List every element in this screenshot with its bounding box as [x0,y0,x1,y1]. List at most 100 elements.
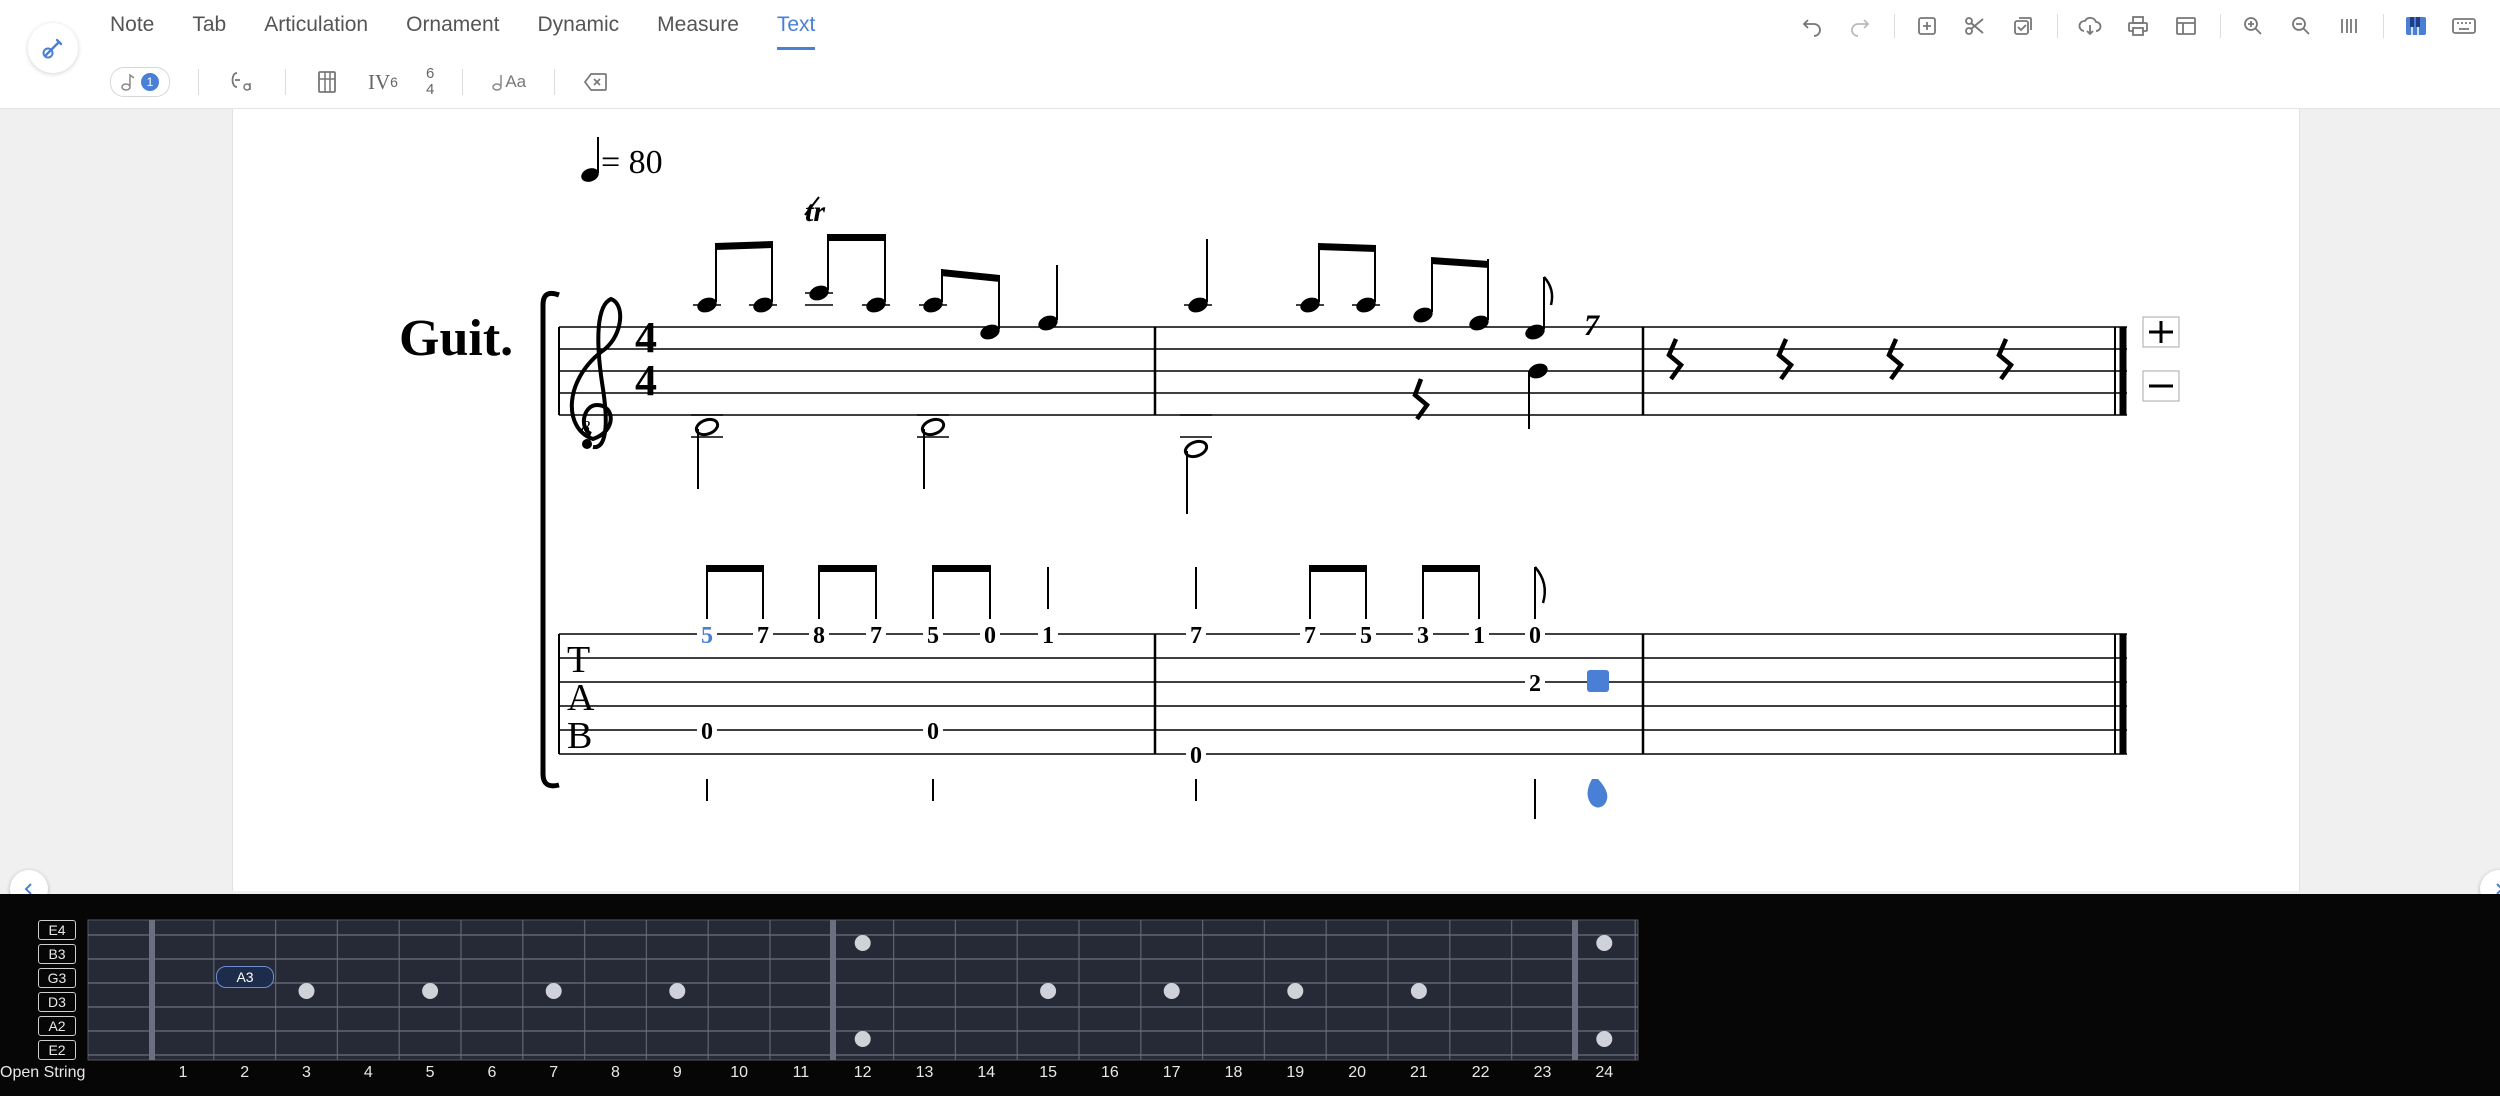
fret-number: 20 [1348,1064,1366,1081]
tab-number[interactable]: 8 [813,623,825,649]
separator [462,69,464,95]
tab-number[interactable]: 1 [1042,623,1054,649]
fret-number: 21 [1409,1064,1428,1081]
zoom-out-icon[interactable] [2285,10,2317,42]
tab-number-selected[interactable]: 5 [701,623,713,649]
lower-voice[interactable] [691,338,2015,514]
tab-number[interactable]: 0 [927,719,939,745]
string-label-a2: A2 [38,1016,76,1036]
tempo-marking[interactable]: = 80 [579,137,663,184]
fret-number: 10 [730,1064,748,1081]
fret-number: 17 [1162,1064,1181,1081]
chord-symbol-icon[interactable] [227,66,257,98]
layout-icon[interactable] [2170,10,2202,42]
open-string-label: Open String [0,1064,86,1081]
tab-number[interactable]: 7 [870,623,882,649]
cut-icon[interactable] [1959,10,1991,42]
fret-number: 24 [1595,1064,1614,1081]
lyric-tool-text: Aa [505,72,527,91]
menu-ornament[interactable]: Ornament [406,0,499,50]
remove-measure-button[interactable] [2142,370,2180,402]
twentyfourth-fret-marker [1572,920,1578,1060]
eighth-rest: 7 [1584,309,1600,342]
menu-text[interactable]: Text [776,0,816,50]
input-cursor[interactable] [1587,670,1609,692]
add-measure-button[interactable] [2142,316,2180,348]
treble-clef-icon [569,296,623,450]
tab-staff [558,633,2127,755]
system-bracket [540,290,560,789]
score-page[interactable]: = 80 Guit. 8 4 4 7 tr T A B 5 7 8 7 5 0 … [232,109,2300,891]
lyric-tool[interactable]: Aa [491,66,526,98]
guitar-logo-icon[interactable] [28,23,78,73]
separator [2383,14,2384,38]
figured-bass-bottom: 4 [425,81,435,98]
fret-number: 12 [853,1064,872,1081]
tab-number[interactable]: 0 [1190,743,1202,769]
cursor-handle-icon[interactable] [1587,779,1608,808]
voice-selector[interactable]: 1 [110,67,170,97]
tab-number[interactable]: 7 [1304,623,1316,649]
tab-number[interactable]: 7 [757,623,769,649]
menu-tab[interactable]: Tab [192,0,226,50]
tab-number[interactable]: 7 [1190,623,1202,649]
tab-number[interactable]: 0 [984,623,996,649]
fret-number: 16 [1100,1064,1119,1081]
tab-rhythm [706,567,1536,819]
piano-mode-icon[interactable] [2400,10,2432,42]
tab-number[interactable]: 0 [701,719,713,745]
tab-number[interactable]: 2 [1529,671,1541,697]
tab-letter-t: T [567,639,590,681]
clef-octave: 8 [581,417,590,437]
tab-number[interactable]: 0 [1529,623,1541,649]
chord-diagram-icon[interactable] [314,66,340,98]
separator [554,69,556,95]
copy-icon[interactable] [2007,10,2039,42]
tab-number[interactable]: 5 [1360,623,1372,649]
zoom-in-icon[interactable] [2237,10,2269,42]
fret-number: 2 [240,1064,250,1081]
figured-bass-tool[interactable]: 6 4 [426,66,434,98]
redo-icon[interactable] [1844,10,1876,42]
instrument-name: Guit. [399,310,513,367]
upper-voice[interactable]: 7 tr [693,195,1600,342]
fret-number: 4 [363,1064,373,1081]
roman-numeral-tool[interactable]: IV 6 [368,66,398,98]
fret-number: 22 [1471,1064,1490,1081]
fret-number: 14 [977,1064,996,1081]
string-label-g3: G3 [38,968,76,988]
separator [2220,14,2221,38]
fret-number: 23 [1533,1064,1552,1081]
add-measure-icon[interactable] [1911,10,1943,42]
menu-articulation[interactable]: Articulation [264,0,368,50]
menu-note[interactable]: Note [110,0,154,50]
nut [149,920,155,1060]
tab-number[interactable]: 1 [1473,623,1485,649]
time-signature-top: 4 [635,313,657,362]
bars-icon[interactable] [2333,10,2365,42]
top-toolbar: Note Tab Articulation Ornament Dynamic M… [0,0,2500,109]
tab-letter-a: A [567,677,595,719]
download-icon[interactable] [2074,10,2106,42]
tab-numbers[interactable]: 5 7 8 7 5 0 1 7 7 5 3 1 0 2 0 0 0 [697,621,1545,769]
delete-text-icon[interactable] [583,66,609,98]
fret-number: 15 [1039,1064,1057,1081]
undo-icon[interactable] [1796,10,1828,42]
menu-dynamic[interactable]: Dynamic [537,0,619,50]
twelfth-fret-marker [830,920,836,1060]
print-icon[interactable] [2122,10,2154,42]
separator [2057,14,2058,38]
separator [198,69,199,95]
fret-number: 18 [1224,1064,1243,1081]
separator [1894,14,1895,38]
selected-note-tag[interactable]: A3 [216,966,274,988]
tab-number[interactable]: 3 [1417,623,1429,649]
tempo-text: = 80 [601,144,663,181]
menu-measure[interactable]: Measure [657,0,739,50]
string-label-e2: E2 [38,1040,76,1060]
treble-staff [559,326,2127,416]
keyboard-icon[interactable] [2448,10,2480,42]
voice-badge: 1 [141,73,159,91]
fret-number: 11 [792,1064,810,1081]
tab-number[interactable]: 5 [927,623,939,649]
